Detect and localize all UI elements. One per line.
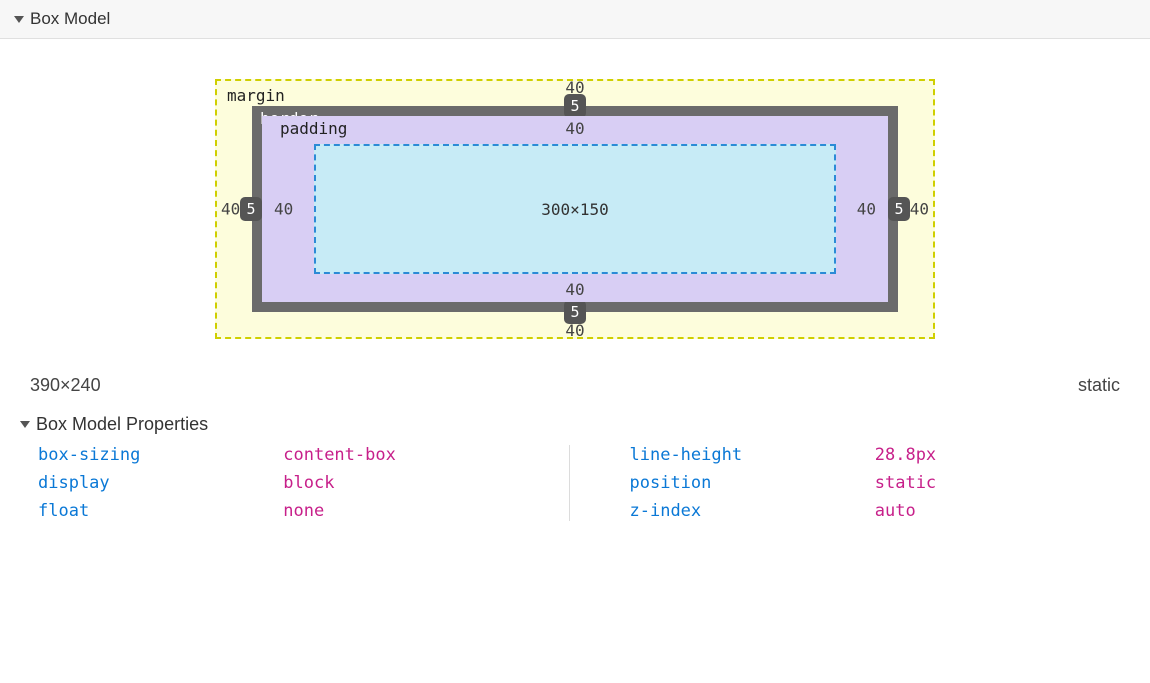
padding-region[interactable]: padding 40 40 40 40 300×150: [262, 116, 888, 302]
info-row: 390×240 static: [0, 369, 1150, 414]
content-region[interactable]: 300×150: [314, 144, 836, 274]
prop-value[interactable]: content-box: [283, 445, 528, 465]
content-dimensions: 300×150: [541, 200, 608, 219]
collapse-arrow-icon: [20, 421, 30, 428]
properties-title: Box Model Properties: [36, 414, 208, 435]
margin-left-value[interactable]: 40: [221, 200, 240, 219]
prop-name[interactable]: position: [630, 473, 875, 493]
margin-right-value[interactable]: 40: [910, 200, 929, 219]
border-top-value[interactable]: 5: [564, 94, 586, 118]
properties-col-1: box-sizing content-box display block flo…: [38, 445, 570, 521]
border-right-value[interactable]: 5: [888, 197, 910, 221]
box-model-panel-header[interactable]: Box Model: [0, 0, 1150, 39]
prop-value[interactable]: block: [283, 473, 528, 493]
position-mode: static: [1078, 375, 1120, 396]
padding-top-value[interactable]: 40: [565, 119, 584, 138]
margin-region[interactable]: margin 40 40 40 40 border 5 5 5 5 paddin…: [215, 79, 935, 339]
border-bottom-value[interactable]: 5: [564, 300, 586, 324]
margin-label: margin: [227, 86, 285, 105]
padding-right-value[interactable]: 40: [857, 200, 876, 219]
properties-grid: box-sizing content-box display block flo…: [0, 441, 1150, 561]
box-model-diagram: margin 40 40 40 40 border 5 5 5 5 paddin…: [0, 39, 1150, 369]
padding-bottom-value[interactable]: 40: [565, 280, 584, 299]
prop-value[interactable]: auto: [875, 501, 1120, 521]
prop-name[interactable]: float: [38, 501, 283, 521]
prop-value[interactable]: none: [283, 501, 528, 521]
outer-dimensions: 390×240: [30, 375, 101, 396]
prop-name[interactable]: display: [38, 473, 283, 493]
prop-name[interactable]: z-index: [630, 501, 875, 521]
panel-title: Box Model: [30, 9, 110, 29]
prop-name[interactable]: box-sizing: [38, 445, 283, 465]
border-region[interactable]: border 5 5 5 5 padding 40 40 40 40 300×1…: [252, 106, 898, 312]
collapse-arrow-icon: [14, 16, 24, 23]
box-model-properties-header[interactable]: Box Model Properties: [0, 414, 1150, 441]
border-left-value[interactable]: 5: [240, 197, 262, 221]
prop-name[interactable]: line-height: [630, 445, 875, 465]
prop-value[interactable]: 28.8px: [875, 445, 1120, 465]
padding-label: padding: [280, 119, 347, 138]
padding-left-value[interactable]: 40: [274, 200, 293, 219]
properties-col-2: line-height 28.8px position static z-ind…: [570, 445, 1121, 521]
prop-value[interactable]: static: [875, 473, 1120, 493]
